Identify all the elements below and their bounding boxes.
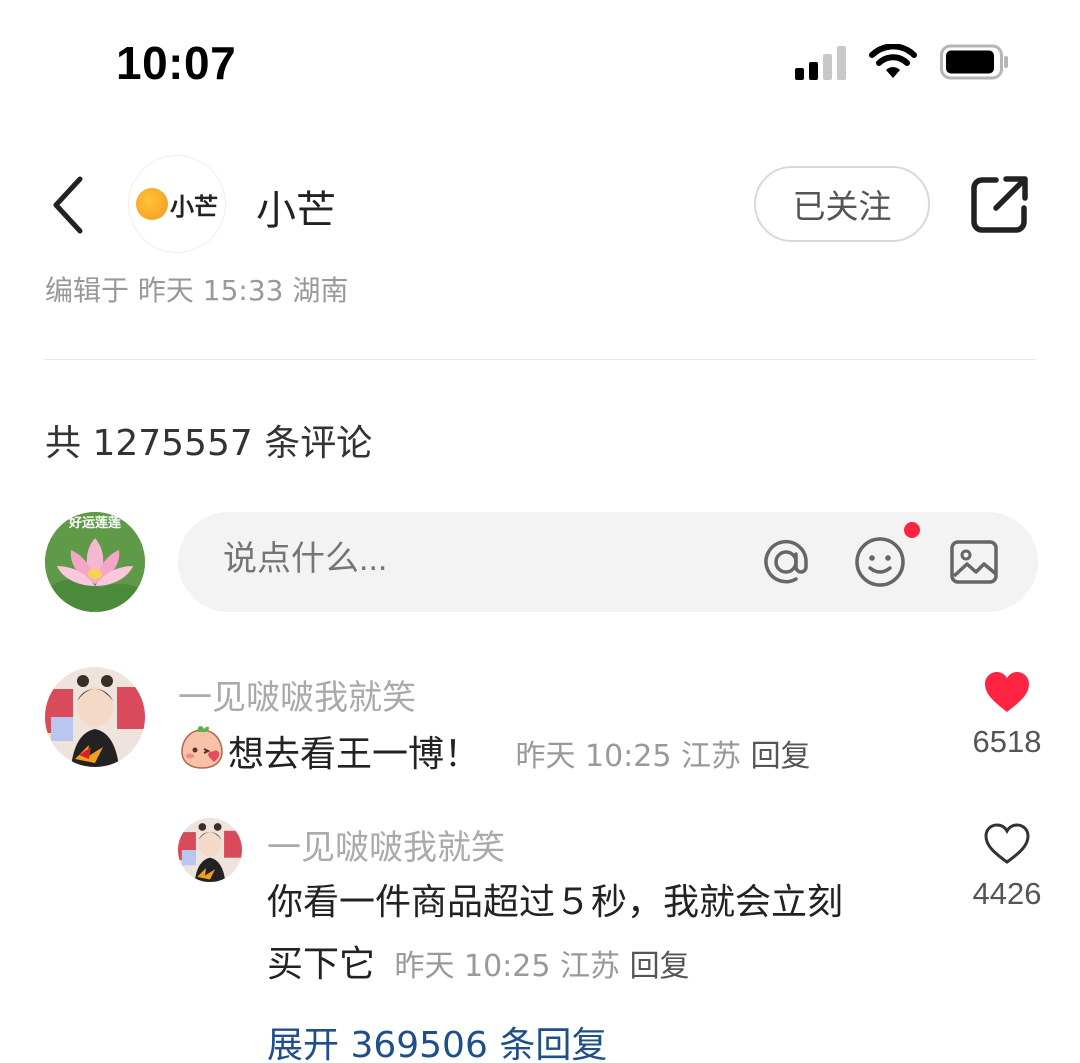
lotus-avatar-image: 好运莲莲	[45, 512, 145, 612]
comment-input[interactable]	[223, 540, 723, 579]
comment-input-box[interactable]	[178, 512, 1038, 612]
post-edit-info-text: 编辑于 昨天 15:33 湖南	[45, 275, 349, 307]
brand-logo-icon	[136, 188, 168, 220]
status-time: 10:07	[116, 37, 237, 89]
wifi-icon	[869, 44, 917, 78]
reply-avatar-image	[178, 818, 242, 882]
reply-reply-button[interactable]: 回复	[630, 949, 690, 984]
notification-dot	[904, 522, 920, 538]
heart-outline-icon	[984, 823, 1030, 864]
comment-text: 想去看王一博！	[228, 734, 481, 775]
follow-button[interactable]: 已关注	[754, 166, 930, 242]
reply-username[interactable]: 一见啵啵我就笑	[267, 820, 505, 869]
comment-body: 想去看王一博！ 昨天 10:25 江苏 回复	[178, 722, 811, 790]
share-button[interactable]	[966, 170, 1034, 238]
cellular-signal-icon	[795, 44, 846, 80]
share-icon	[971, 176, 1028, 233]
battery-icon	[940, 44, 1008, 80]
emoji-sticker-icon	[178, 722, 226, 790]
back-icon	[53, 176, 83, 234]
reply-time: 昨天 10:25	[394, 949, 551, 984]
reply-button[interactable]: 回复	[751, 739, 811, 774]
comment-time: 昨天 10:25	[515, 739, 672, 774]
divider	[44, 359, 1036, 360]
like-button[interactable]: 6518	[962, 670, 1052, 760]
emoji-icon[interactable]	[852, 534, 908, 590]
reply-like-button[interactable]: 4426	[962, 822, 1052, 912]
commenter-avatar-image	[45, 667, 145, 767]
avatar-badge-text: 好运莲莲	[68, 515, 121, 531]
expand-replies-link[interactable]: 展开 369506 条回复	[267, 1016, 607, 1063]
reply-text-line1: 你看一件商品超过５秒，我就会立刻	[267, 882, 844, 923]
like-count: 6518	[972, 724, 1042, 759]
reply-location: 江苏	[560, 949, 621, 984]
image-icon[interactable]	[946, 534, 1002, 590]
comment-location: 江苏	[681, 739, 742, 774]
at-icon[interactable]	[758, 534, 814, 590]
reply-text-line2: 买下它	[267, 944, 376, 985]
comment-meta: 昨天 10:25 江苏 回复	[515, 739, 810, 774]
reply-like-count: 4426	[972, 876, 1042, 911]
brand-logo-text: 小芒	[170, 192, 218, 221]
heart-filled-icon	[985, 672, 1029, 712]
reply-avatar[interactable]	[178, 818, 242, 882]
comment-username[interactable]: 一见啵啵我就笑	[178, 670, 416, 719]
back-button[interactable]	[40, 170, 96, 240]
my-avatar[interactable]: 好运莲莲	[45, 512, 145, 612]
account-avatar[interactable]: 小芒	[128, 155, 226, 253]
status-icons	[795, 44, 1010, 80]
reply-body: 你看一件商品超过５秒，我就会立刻 买下它 昨天 10:25 江苏 回复	[267, 872, 927, 998]
comment-count: 共 1275557 条评论	[45, 423, 373, 464]
commenter-avatar[interactable]	[45, 667, 145, 767]
account-name[interactable]: 小芒	[256, 178, 336, 236]
post-edit-info: 编辑于 昨天 15:33 湖南	[45, 275, 348, 309]
reply-meta: 昨天 10:25 江苏 回复	[394, 949, 689, 984]
